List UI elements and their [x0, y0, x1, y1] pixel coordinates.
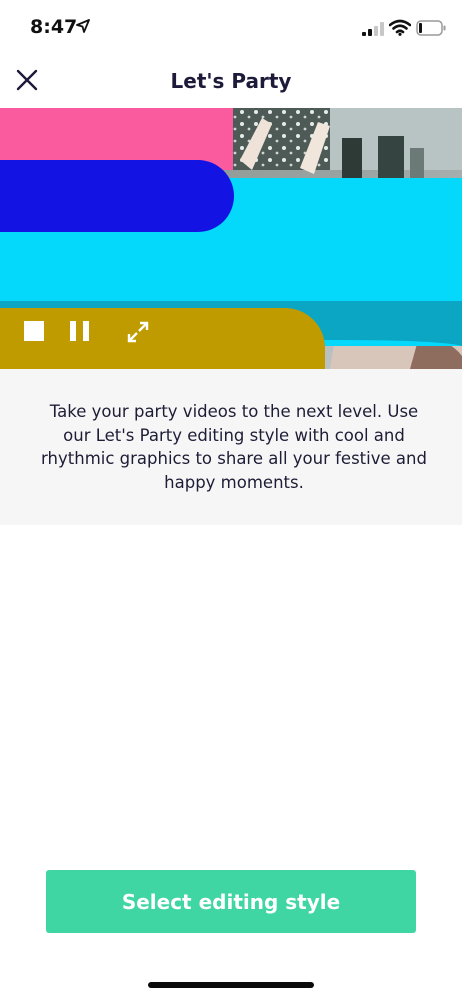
status-time: 8:47	[30, 16, 78, 38]
signal-icon	[362, 22, 384, 36]
wifi-icon	[389, 19, 411, 36]
stop-button[interactable]	[24, 321, 44, 341]
style-description: Take your party videos to the next level…	[41, 402, 427, 492]
description-panel: Take your party videos to the next level…	[0, 369, 462, 525]
pause-button[interactable]	[70, 321, 90, 341]
page-title: Let's Party	[170, 69, 292, 93]
pause-icon	[70, 321, 76, 341]
home-indicator	[148, 982, 314, 988]
fullscreen-icon	[127, 321, 149, 343]
pause-icon-bar	[83, 321, 89, 341]
fullscreen-button[interactable]	[126, 320, 150, 344]
location-arrow-icon	[76, 19, 90, 33]
nav-bar: Let's Party	[0, 56, 462, 108]
battery-icon	[416, 20, 446, 36]
select-editing-style-button[interactable]: Select editing style	[46, 870, 416, 933]
status-bar: 8:47	[0, 0, 462, 56]
